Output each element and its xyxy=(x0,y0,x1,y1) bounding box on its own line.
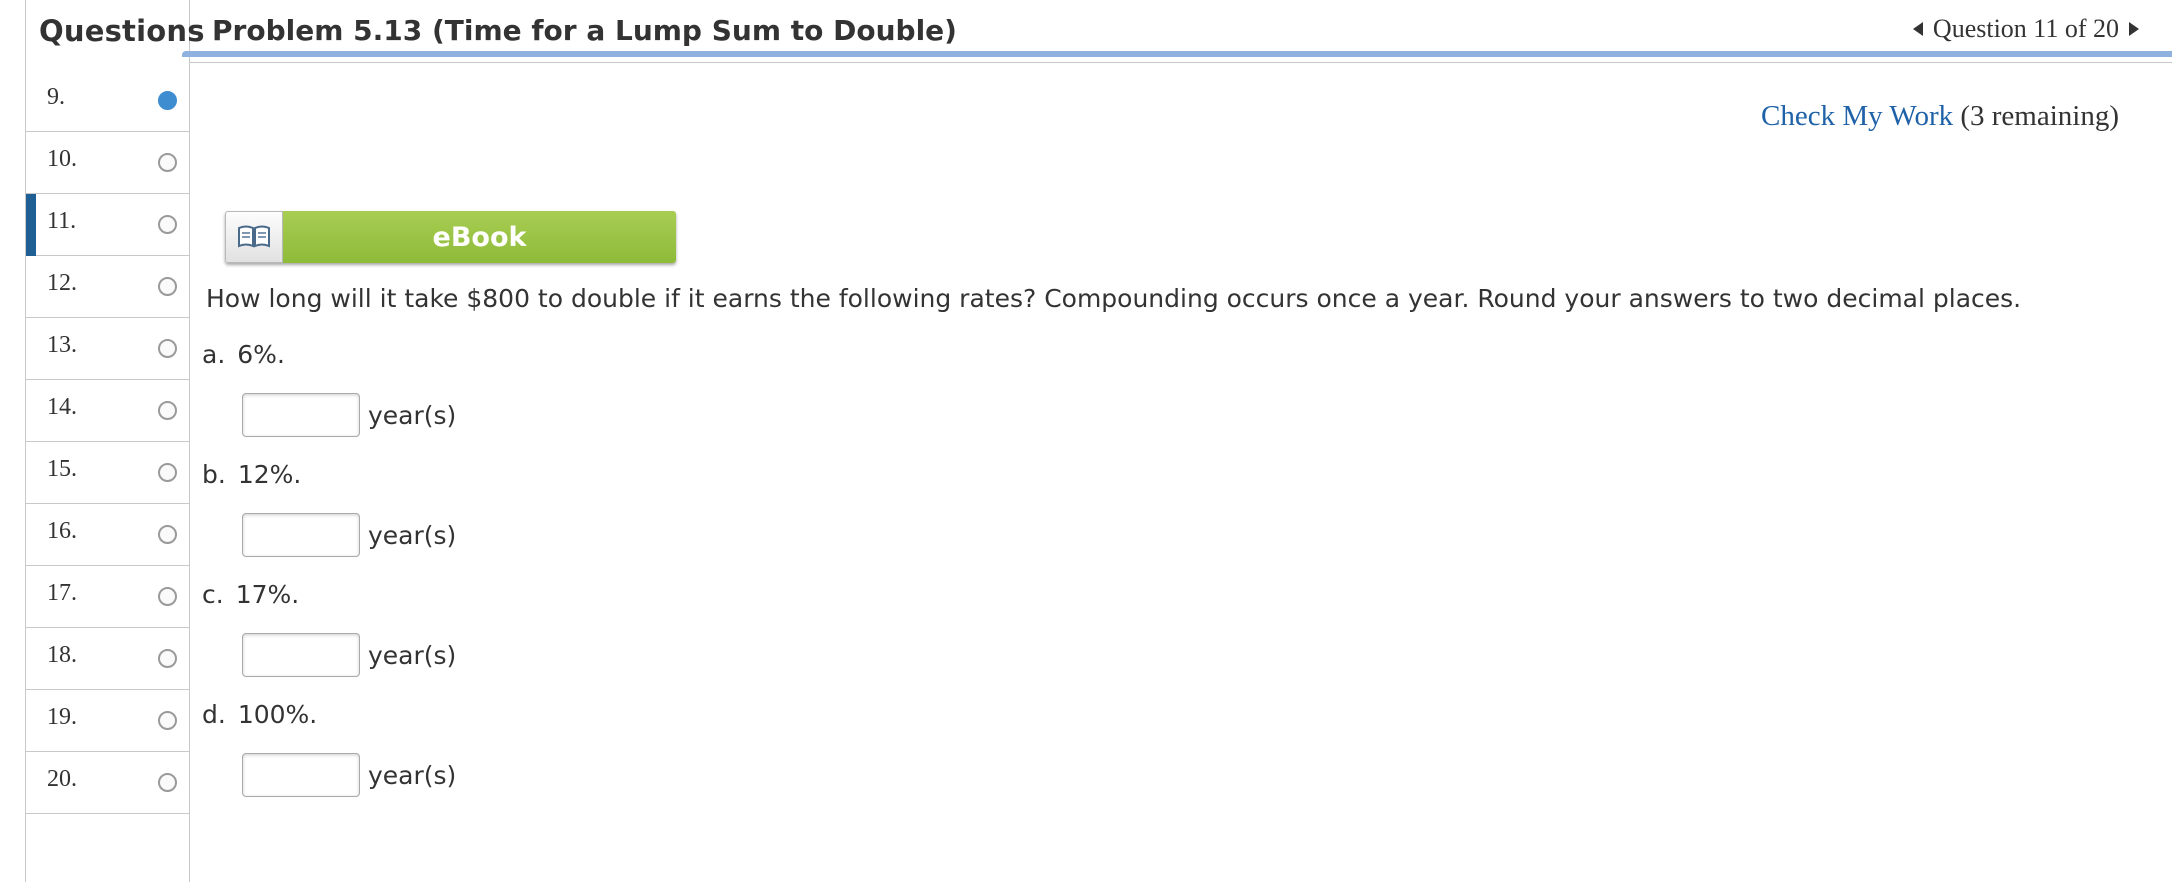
part-c-answer: year(s) xyxy=(242,633,456,677)
unanswered-status-icon xyxy=(158,153,177,172)
book-icon xyxy=(225,211,283,263)
question-navigator: Question 11 of 20 xyxy=(1912,14,2139,44)
sidebar-question-item[interactable]: 10. xyxy=(26,132,190,194)
question-number: 15. xyxy=(47,456,77,482)
part-rate: 6%. xyxy=(237,340,285,369)
part-b-label: b. 12%. xyxy=(202,460,301,489)
question-position: Question 11 of 20 xyxy=(1932,14,2119,43)
part-rate: 12%. xyxy=(237,460,302,489)
prev-question-icon[interactable] xyxy=(1912,22,1923,36)
part-c-label: c. 17%. xyxy=(202,580,299,609)
sidebar-question-item[interactable]: 13. xyxy=(26,318,190,380)
question-number: 10. xyxy=(47,146,77,172)
sidebar-question-item[interactable]: 9. xyxy=(26,70,190,132)
attempts-remaining: (3 remaining) xyxy=(1960,100,2119,132)
ebook-label: eBook xyxy=(283,211,676,263)
question-number: 9. xyxy=(47,84,65,110)
question-number: 19. xyxy=(47,704,77,730)
unanswered-status-icon xyxy=(158,649,177,668)
sidebar-title: Questions xyxy=(39,14,205,48)
unit-label: year(s) xyxy=(368,400,457,430)
unit-label: year(s) xyxy=(368,760,457,790)
unanswered-status-icon xyxy=(158,773,177,792)
unanswered-status-icon xyxy=(158,587,177,606)
answer-input-d[interactable] xyxy=(242,753,360,797)
content-panel xyxy=(190,62,2172,882)
header-divider xyxy=(182,51,2172,57)
unanswered-status-icon xyxy=(158,277,177,296)
question-number: 11. xyxy=(47,208,77,234)
sidebar-question-item[interactable]: 16. xyxy=(26,504,190,566)
part-letter: c. xyxy=(202,580,224,609)
part-letter: a. xyxy=(202,340,226,369)
question-text: How long will it take $800 to double if … xyxy=(206,284,2022,313)
question-number: 13. xyxy=(47,332,77,358)
next-question-icon[interactable] xyxy=(2129,22,2139,36)
part-d-label: d. 100%. xyxy=(202,700,317,729)
unanswered-status-icon xyxy=(158,401,177,420)
part-rate: 17%. xyxy=(235,580,300,609)
question-number: 14. xyxy=(47,394,77,420)
check-my-work-link[interactable]: Check My Work xyxy=(1761,100,1953,132)
sidebar-question-item[interactable]: 19. xyxy=(26,690,190,752)
answer-input-c[interactable] xyxy=(242,633,360,677)
check-my-work: Check My Work (3 remaining) xyxy=(1761,100,2119,133)
sidebar-question-item[interactable]: 14. xyxy=(26,380,190,442)
part-rate: 100%. xyxy=(237,700,318,729)
part-a-label: a. 6%. xyxy=(202,340,285,369)
question-number: 20. xyxy=(47,766,77,792)
part-b-answer: year(s) xyxy=(242,513,456,557)
unanswered-status-icon xyxy=(158,339,177,358)
sidebar-question-item[interactable]: 15. xyxy=(26,442,190,504)
unanswered-status-icon xyxy=(158,711,177,730)
unanswered-status-icon xyxy=(158,463,177,482)
answer-input-b[interactable] xyxy=(242,513,360,557)
page-title: Problem 5.13 (Time for a Lump Sum to Dou… xyxy=(212,14,957,47)
question-number: 17. xyxy=(47,580,77,606)
part-letter: b. xyxy=(202,460,226,489)
unit-label: year(s) xyxy=(368,640,457,670)
question-number: 16. xyxy=(47,518,77,544)
sidebar-question-item[interactable]: 12. xyxy=(26,256,190,318)
ebook-button[interactable]: eBook xyxy=(225,211,676,263)
unanswered-status-icon xyxy=(158,525,177,544)
unit-label: year(s) xyxy=(368,520,457,550)
questions-sidebar: Questions 9. 10. 11. 12. 13. 14. 15. 16. 17. 18. 1… xyxy=(25,0,204,882)
sidebar-question-item[interactable]: 17. xyxy=(26,566,190,628)
sidebar-question-item[interactable]: 20. xyxy=(26,752,190,814)
question-list: 9. 10. 11. 12. 13. 14. 15. 16. 17. 18. 19. 20. xyxy=(26,70,190,814)
sidebar-question-item[interactable]: 11. xyxy=(26,194,190,256)
part-a-answer: year(s) xyxy=(242,393,456,437)
part-d-answer: year(s) xyxy=(242,753,456,797)
sidebar-question-item[interactable]: 18. xyxy=(26,628,190,690)
part-letter: d. xyxy=(202,700,226,729)
question-number: 12. xyxy=(47,270,77,296)
question-number: 18. xyxy=(47,642,77,668)
unanswered-status-icon xyxy=(158,215,177,234)
answered-status-icon xyxy=(158,91,177,110)
answer-input-a[interactable] xyxy=(242,393,360,437)
